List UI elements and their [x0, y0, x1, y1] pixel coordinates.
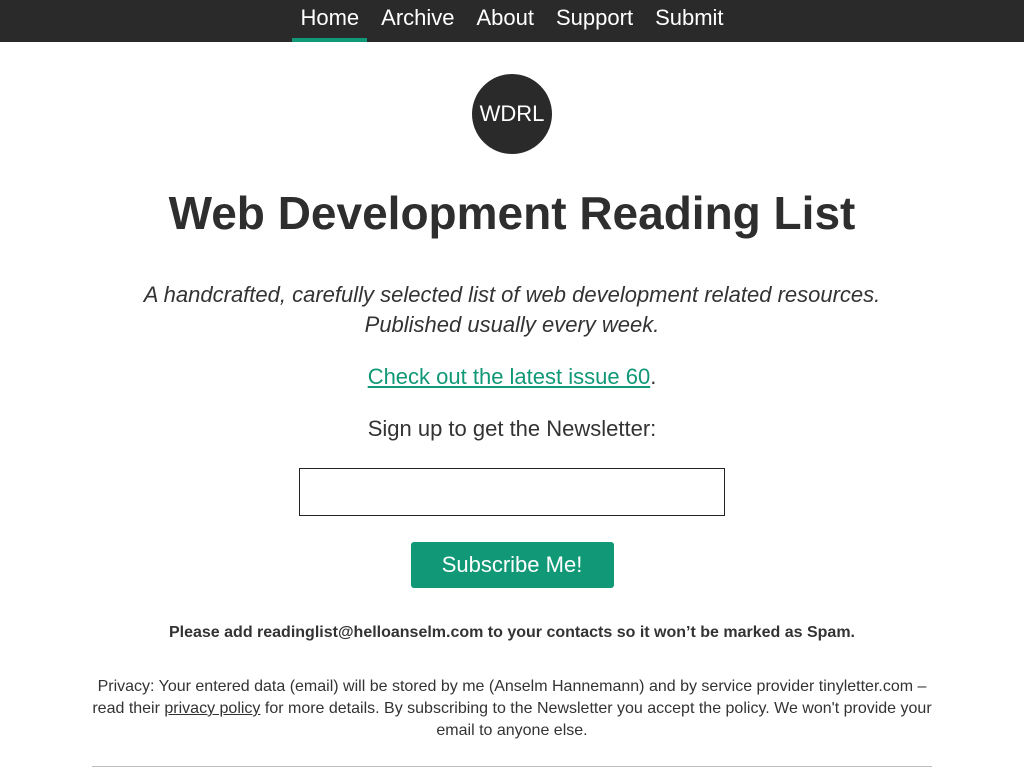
page-title: Web Development Reading List — [168, 187, 856, 239]
email-input[interactable] — [299, 468, 725, 516]
latest-issue: Check out the latest issue 60. — [0, 362, 1024, 392]
tagline-line-1: A handcrafted, carefully selected list o… — [143, 282, 881, 307]
main-content: WDRL Web Development Reading List A hand… — [0, 74, 1024, 767]
nav-list: Home Archive About Support Submit — [292, 0, 731, 42]
subscribe-button[interactable]: Subscribe Me! — [410, 542, 614, 588]
top-navigation: Home Archive About Support Submit — [0, 0, 1024, 42]
tagline: A handcrafted, carefully selected list o… — [0, 280, 1024, 340]
latest-issue-link[interactable]: Check out the latest issue 60 — [368, 364, 651, 389]
privacy-policy-link[interactable]: privacy policy — [164, 700, 260, 717]
nav-item-support[interactable]: Support — [548, 0, 641, 42]
nav-item-archive[interactable]: Archive — [373, 0, 462, 42]
divider — [92, 766, 932, 767]
tagline-line-2: Published usually every week. — [364, 312, 660, 337]
nav-item-about[interactable]: About — [469, 0, 543, 42]
spam-note: Please add readinglist@helloanselm.com t… — [168, 624, 855, 641]
site-logo[interactable]: WDRL — [472, 74, 552, 154]
latest-issue-suffix: . — [650, 364, 657, 389]
privacy-text-after: for more details. By subscribing to the … — [260, 700, 932, 739]
privacy-notice: Privacy: Your entered data (email) will … — [82, 676, 942, 742]
nav-item-home[interactable]: Home — [292, 0, 367, 42]
nav-item-submit[interactable]: Submit — [647, 0, 731, 42]
signup-label: Sign up to get the Newsletter: — [367, 416, 657, 441]
